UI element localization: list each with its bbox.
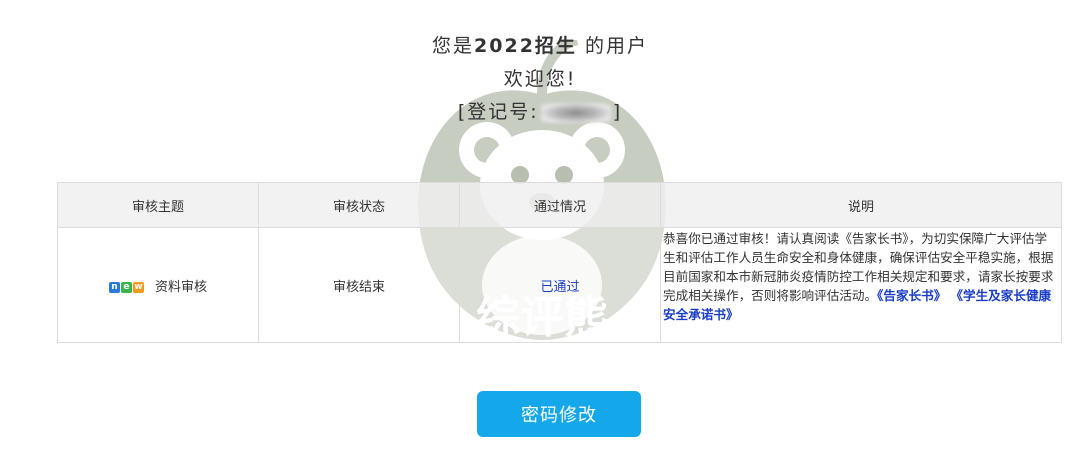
header-status: 审核状态: [258, 182, 460, 228]
header-description: 说明: [660, 182, 1062, 228]
review-table: 审核主题 审核状态 通过情况 说明 new 资料审核 审核结束 已通过 恭喜你已…: [57, 182, 1062, 343]
result-cell: 已通过: [459, 227, 661, 343]
user-line: 您是2022招生 的用户: [0, 30, 1080, 63]
new-badge-letter: n: [108, 281, 120, 293]
description-cell: 恭喜你已通过审核！请认真阅读《告家长书》，为切实保障广大评估学生和评估工作人员生…: [660, 227, 1062, 343]
registration-close: ]: [612, 101, 623, 123]
registration-label: [登记号:: [457, 101, 539, 123]
parent-letter-link[interactable]: 《告家长书》: [877, 288, 946, 303]
header-topic: 审核主题: [57, 182, 259, 228]
header-result: 通过情况: [459, 182, 661, 228]
new-badge-letter: w: [132, 281, 144, 293]
user-suffix: 的用户: [576, 35, 648, 57]
welcome-block: 您是2022招生 的用户 欢迎您! [登记号:]: [0, 30, 1080, 129]
table-header-row: 审核主题 审核状态 通过情况 说明: [57, 182, 1062, 228]
topic-text: 资料审核: [154, 279, 207, 295]
greeting: 欢迎您!: [503, 68, 577, 90]
topic-cell: new 资料审核: [57, 227, 259, 343]
org-name: 2022招生: [474, 35, 577, 57]
status-cell: 审核结束: [258, 227, 460, 343]
table-row: new 资料审核 审核结束 已通过 恭喜你已通过审核！请认真阅读《告家长书》，为…: [57, 227, 1062, 343]
result-passed: 已通过: [540, 279, 580, 295]
change-password-button[interactable]: 密码修改: [477, 391, 641, 437]
new-badge-letter: e: [120, 281, 132, 293]
new-icon: new: [108, 281, 145, 293]
registration-line: [登记号:]: [0, 96, 1080, 129]
registration-number-redacted: [540, 102, 611, 123]
user-prefix: 您是: [432, 35, 475, 57]
